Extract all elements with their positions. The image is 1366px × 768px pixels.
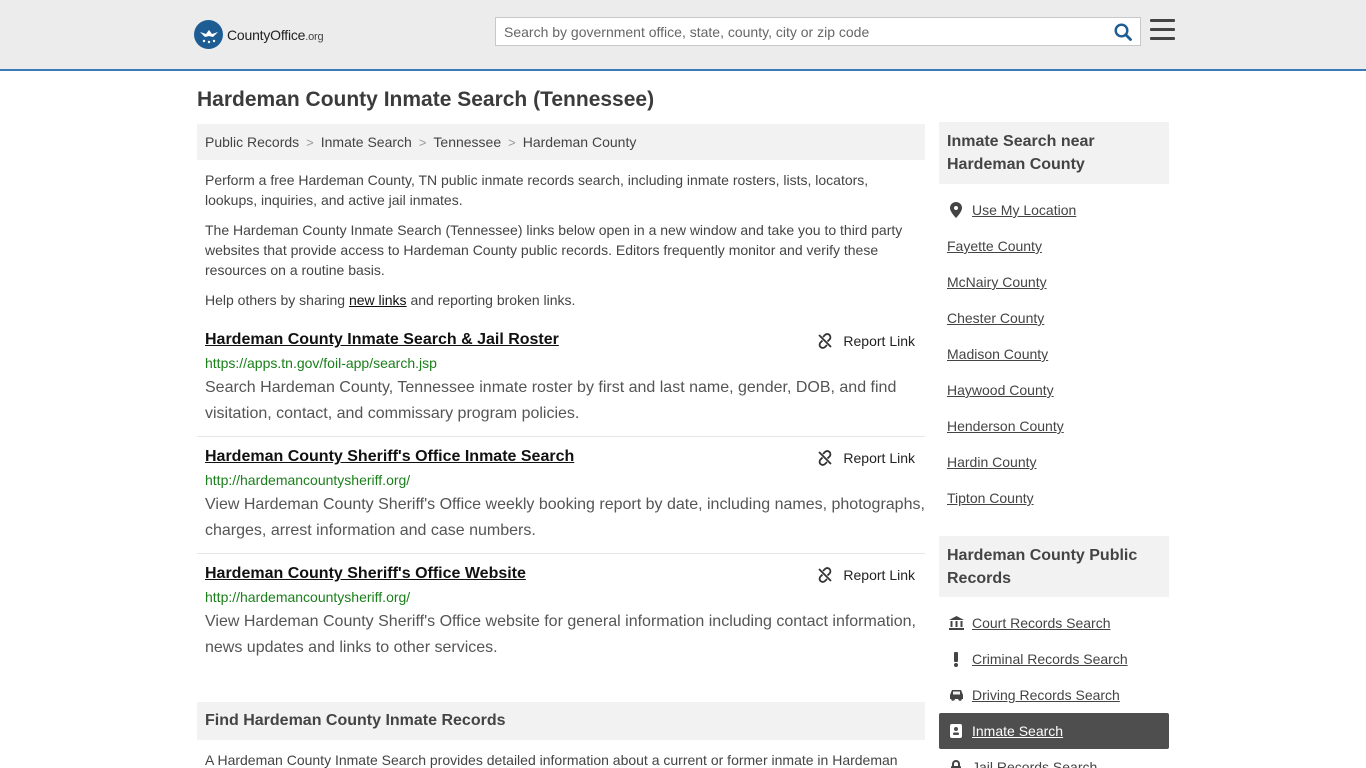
breadcrumb-public-records[interactable]: Public Records xyxy=(205,134,299,150)
breadcrumb-separator: > xyxy=(306,134,314,150)
result-title-link[interactable]: Hardeman County Sheriff's Office Website xyxy=(205,565,526,583)
breadcrumb-tennessee[interactable]: Tennessee xyxy=(433,134,501,150)
sidebar-item-driving-records[interactable]: Driving Records Search xyxy=(939,677,1169,713)
breadcrumb: Public Records > Inmate Search > Tenness… xyxy=(197,124,925,160)
page-title: Hardeman County Inmate Search (Tennessee… xyxy=(197,88,655,111)
hamburger-menu-icon[interactable] xyxy=(1150,19,1175,41)
report-link-button[interactable]: Report Link xyxy=(817,567,915,583)
find-records-heading: Find Hardeman County Inmate Records xyxy=(197,702,925,740)
result-title-link[interactable]: Hardeman County Sheriff's Office Inmate … xyxy=(205,448,574,466)
share-paragraph: Help others by sharing new links and rep… xyxy=(205,292,576,308)
map-pin-icon xyxy=(948,202,964,218)
breadcrumb-inmate-search[interactable]: Inmate Search xyxy=(321,134,412,150)
site-search xyxy=(495,17,1141,46)
intro-paragraph: Perform a free Hardeman County, TN publi… xyxy=(205,172,869,208)
search-icon xyxy=(1114,22,1132,41)
result-description: Search Hardeman County, Tennessee inmate… xyxy=(205,379,897,422)
result-description: View Hardeman County Sheriff's Office we… xyxy=(205,613,916,656)
sidebar-item-court-records[interactable]: Court Records Search xyxy=(939,605,1169,641)
eagle-seal-icon xyxy=(194,20,223,49)
result-title-link[interactable]: Hardeman County Inmate Search & Jail Ros… xyxy=(205,331,559,349)
search-input[interactable] xyxy=(496,18,1106,45)
logo-text: CountyOffice.org xyxy=(227,26,324,43)
nearby-county-link[interactable]: Fayette County xyxy=(947,238,1042,254)
result-url: http://hardemancountysheriff.org/ xyxy=(205,472,411,488)
breadcrumb-separator: > xyxy=(508,134,516,150)
sidebar-item-inmate-search[interactable]: Inmate Search xyxy=(939,713,1169,749)
breadcrumb-separator: > xyxy=(418,134,427,150)
result-divider xyxy=(197,436,925,437)
result-url: https://apps.tn.gov/foil-app/search.jsp xyxy=(205,355,437,371)
find-records-text: A Hardeman County Inmate Search provides… xyxy=(205,752,898,768)
result-url: http://hardemancountysheriff.org/ xyxy=(205,589,411,605)
result-item: Hardeman County Sheriff's Office Inmate … xyxy=(197,448,925,548)
result-item: Hardeman County Sheriff's Office Website… xyxy=(197,565,925,665)
nearby-county-link[interactable]: Tipton County xyxy=(947,490,1034,506)
site-logo[interactable]: CountyOffice.org xyxy=(194,20,324,49)
nearby-county-link[interactable]: Hardin County xyxy=(947,454,1037,470)
new-links-link[interactable]: new links xyxy=(349,292,407,308)
disclaimer-paragraph: The Hardeman County Inmate Search (Tenne… xyxy=(205,222,903,278)
id-badge-icon xyxy=(948,724,964,738)
sidebar-item-jail-records[interactable]: Jail Records Search xyxy=(939,749,1169,768)
search-button[interactable] xyxy=(1106,18,1140,45)
courthouse-icon xyxy=(948,616,964,630)
lock-icon xyxy=(948,760,964,768)
broken-link-icon xyxy=(818,567,833,583)
result-divider xyxy=(197,553,925,554)
public-records-heading: Hardeman County Public Records xyxy=(939,536,1169,597)
report-link-button[interactable]: Report Link xyxy=(817,450,915,466)
use-my-location-link[interactable]: Use My Location xyxy=(939,192,1169,228)
nearby-county-link[interactable]: McNairy County xyxy=(947,274,1047,290)
exclamation-icon xyxy=(948,651,964,667)
result-description: View Hardeman County Sheriff's Office we… xyxy=(205,496,925,539)
nearby-county-link[interactable]: Chester County xyxy=(947,310,1044,326)
nearby-county-link[interactable]: Henderson County xyxy=(947,418,1064,434)
nearby-heading: Inmate Search near Hardeman County xyxy=(939,122,1169,184)
sidebar-item-criminal-records[interactable]: Criminal Records Search xyxy=(939,641,1169,677)
breadcrumb-hardeman-county[interactable]: Hardeman County xyxy=(523,134,637,150)
result-item: Hardeman County Inmate Search & Jail Ros… xyxy=(197,331,925,431)
car-icon xyxy=(948,689,964,701)
broken-link-icon xyxy=(818,450,833,466)
broken-link-icon xyxy=(818,333,833,349)
report-link-button[interactable]: Report Link xyxy=(817,333,915,349)
nearby-county-link[interactable]: Haywood County xyxy=(947,382,1054,398)
nearby-county-link[interactable]: Madison County xyxy=(947,346,1048,362)
site-header: CountyOffice.org xyxy=(0,0,1366,71)
